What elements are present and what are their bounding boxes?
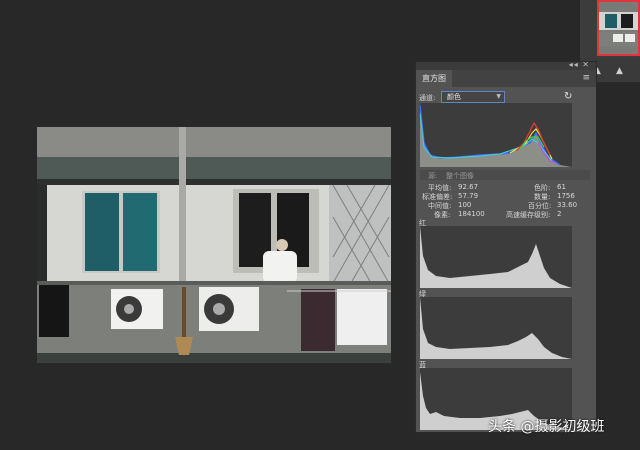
navigator-thumbnail[interactable] xyxy=(597,0,640,56)
std-value: 57.79 xyxy=(458,192,479,200)
watermark: 头条 @摄影初级班 xyxy=(488,419,605,435)
mean-value: 92.67 xyxy=(458,183,479,191)
zoom-in-icon[interactable]: ▲ xyxy=(616,66,623,76)
panel-header-bar: ◂◂ ✕ xyxy=(416,60,596,70)
pixels-value: 184100 xyxy=(458,210,485,218)
tab-histogram[interactable]: 直方图 xyxy=(416,70,452,87)
refresh-icon[interactable]: ↻ xyxy=(564,91,572,102)
panel-tab-bar: 直方图 ≡ xyxy=(416,70,596,87)
cache-label: 高速缓存级别: xyxy=(506,211,551,219)
source-value: 整个图像 xyxy=(446,172,474,180)
menu-icon[interactable]: ≡ xyxy=(582,74,590,83)
histogram-green xyxy=(420,297,572,359)
histogram-composite xyxy=(419,103,572,167)
channel-select[interactable]: 颜色 ▼ xyxy=(441,91,505,103)
count-value: 1756 xyxy=(557,192,575,200)
channel-label: 通道: xyxy=(419,94,436,102)
histogram-red xyxy=(420,226,572,288)
canvas-photo xyxy=(37,127,391,363)
chevron-down-icon: ▼ xyxy=(496,93,501,100)
source-label: 源: xyxy=(428,172,438,180)
median-value: 100 xyxy=(458,201,472,209)
level-value: 61 xyxy=(557,183,566,191)
channel-select-value: 颜色 xyxy=(447,93,461,101)
composite-histogram-graph xyxy=(419,104,572,167)
source-row[interactable]: 源: 整个图像 xyxy=(420,170,590,180)
percentile-value: 33.60 xyxy=(557,201,578,209)
pixels-label: 像素: xyxy=(434,211,451,219)
cache-value: 2 xyxy=(557,210,562,218)
histogram-panel: ◂◂ ✕ 直方图 ≡ 通道: 颜色 ▼ ↻ ! 源: 整个图像 平均值: 92.… xyxy=(415,60,597,433)
collapse-icon[interactable]: ◂◂ ✕ xyxy=(569,60,590,69)
